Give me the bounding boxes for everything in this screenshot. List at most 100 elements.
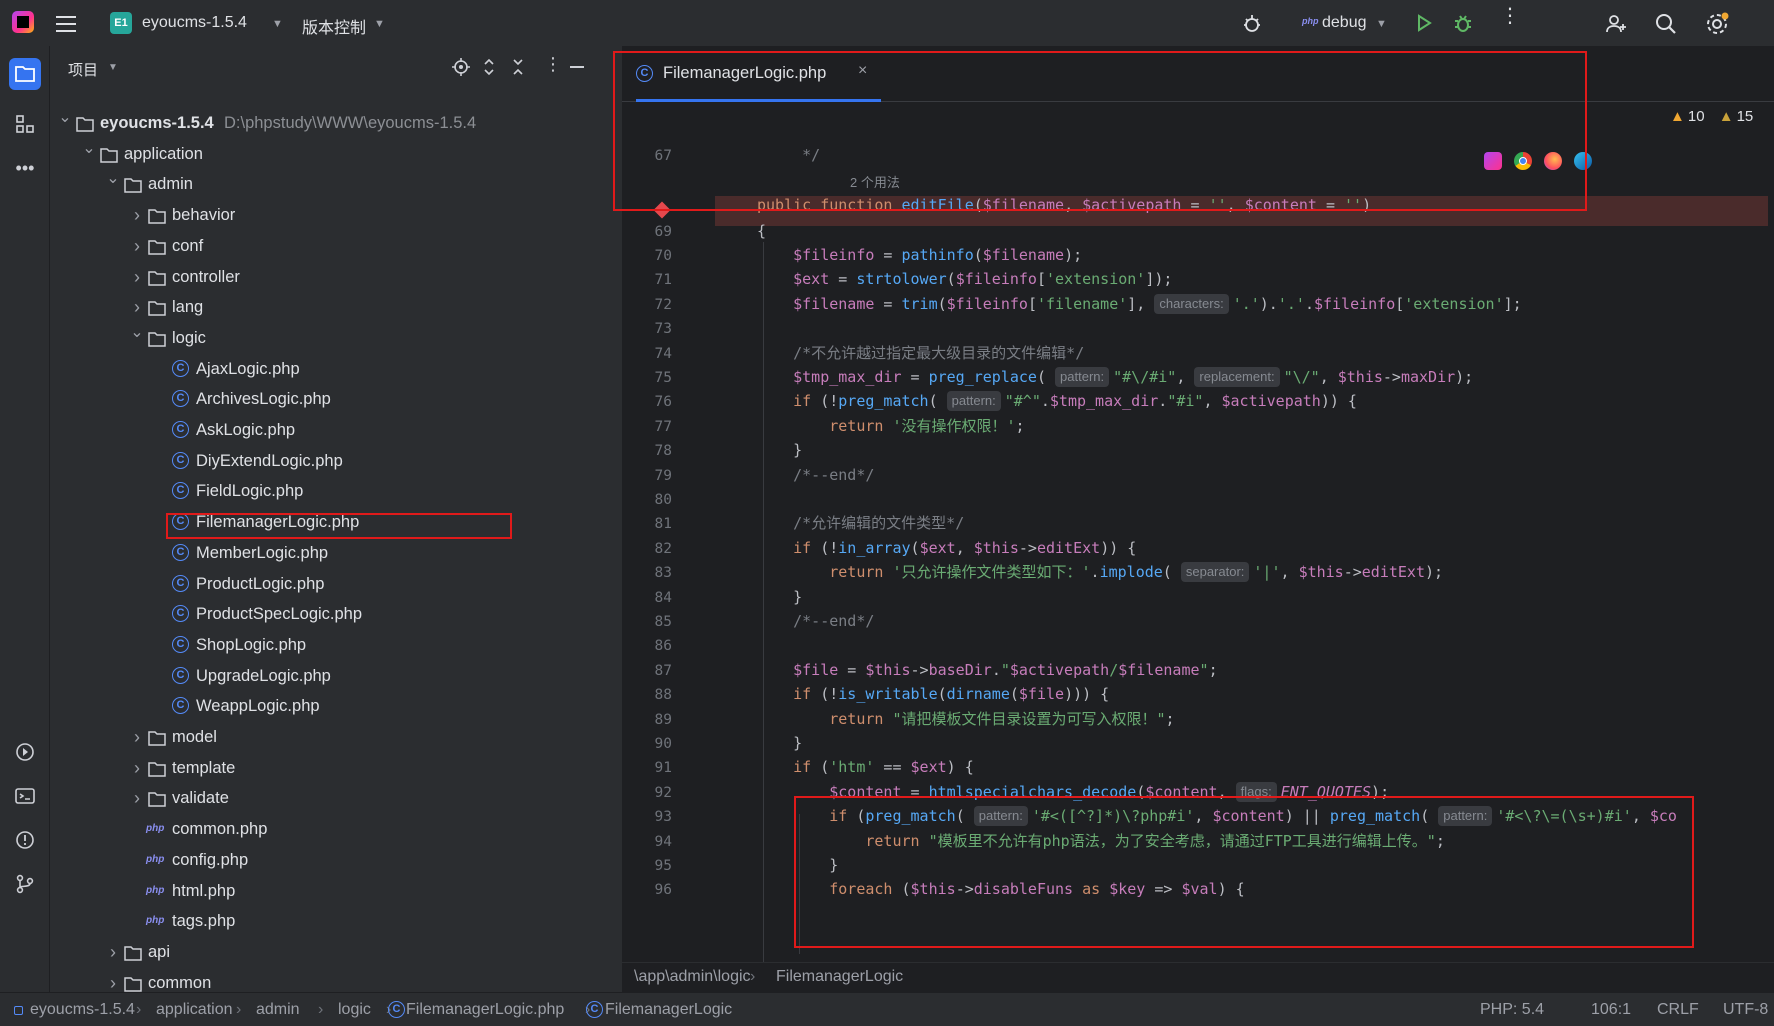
code-line[interactable]: } [757,852,838,879]
chevron-down-icon[interactable]: ⌄ [58,103,72,133]
code-line[interactable]: /*允许编辑的文件类型*/ [757,510,964,537]
debug-icon[interactable] [1452,12,1474,38]
tree-folder[interactable]: › validate [50,783,622,813]
line-number[interactable]: 79 [622,468,672,484]
tree-folder[interactable]: ⌄ admin [50,169,622,199]
cursor-position[interactable]: 106:1 [1591,1001,1631,1019]
tree-file[interactable]: C WeappLogic.php [50,691,622,721]
code-area[interactable]: 2 个用法 */ public function editFile($filena… [715,102,1774,962]
project-badge[interactable]: E1 [110,12,132,34]
settings-gear-icon[interactable] [1704,11,1730,41]
tree-file[interactable]: C UpgradeLogic.php [50,661,622,691]
tree-file[interactable]: C MemberLogic.php [50,538,622,568]
line-number[interactable]: 87 [622,663,672,679]
line-number[interactable]: 83 [622,565,672,581]
terminal-tool-button[interactable] [9,780,41,812]
tree-file[interactable]: C AskLogic.php [50,415,622,445]
tree-file[interactable]: php tags.php [50,906,622,936]
line-number[interactable]: 73 [622,321,672,337]
code-line[interactable]: if ('htm' == $ext) { [757,754,974,781]
chevron-right-icon[interactable]: › [130,722,144,752]
add-user-icon[interactable] [1604,12,1628,40]
code-line[interactable]: $fileinfo = pathinfo($filename); [757,242,1082,269]
project-tool-button[interactable] [9,58,41,90]
code-line[interactable]: return "请把模板文件目录设置为可写入权限！"; [757,706,1174,733]
line-number[interactable]: 93 [622,809,672,825]
code-line[interactable]: foreach ($this->disableFuns as $key => $… [757,876,1244,903]
code-line[interactable]: /*--end*/ [757,608,874,635]
line-number[interactable]: 92 [622,785,672,801]
php-version[interactable]: PHP: 5.4 [1480,1001,1544,1019]
code-line[interactable]: */ [757,142,820,169]
line-number[interactable]: 96 [622,882,672,898]
line-number[interactable]: 90 [622,736,672,752]
run-config[interactable]: debug [1322,14,1367,32]
collapse-all-icon[interactable] [511,57,525,81]
chevron-right-icon[interactable]: › [130,200,144,230]
status-crumb[interactable]: application [156,1001,233,1019]
locate-file-icon[interactable] [452,58,470,80]
line-number[interactable]: 67 [622,148,672,164]
status-crumb[interactable]: eyoucms-1.5.4 [30,1001,135,1019]
line-number[interactable]: 77 [622,419,672,435]
structure-tool-button[interactable] [9,108,41,140]
line-number[interactable]: 76 [622,394,672,410]
line-number[interactable]: 91 [622,760,672,776]
code-line[interactable]: return "模板里不允许有php语法，为了安全考虑，请通过FTP工具进行编辑… [757,828,1445,855]
tree-folder[interactable]: › conf [50,231,622,261]
tree-folder[interactable]: › model [50,722,622,752]
project-panel-title[interactable]: 项目 [68,59,98,80]
line-number[interactable]: 81 [622,516,672,532]
line-number[interactable]: 84 [622,590,672,606]
chevron-down-icon[interactable]: ⌄ [82,134,96,164]
tree-folder[interactable]: ⌄ application [50,139,622,169]
code-line[interactable]: $filename = trim($fileinfo['filename'], … [757,291,1522,318]
tree-file[interactable]: C FieldLogic.php [50,476,622,506]
search-icon[interactable] [1654,12,1678,40]
chevron-down-icon[interactable]: ▼ [108,62,118,73]
chevron-right-icon[interactable]: › [130,231,144,261]
code-line[interactable]: { [757,218,766,245]
line-number[interactable]: 70 [622,248,672,264]
line-separator[interactable]: CRLF [1657,1001,1699,1019]
line-number[interactable]: 95 [622,858,672,874]
line-number[interactable]: 86 [622,638,672,654]
line-number[interactable]: 72 [622,297,672,313]
more-horizontal-icon[interactable]: ••• [9,152,41,184]
git-tool-button[interactable] [9,868,41,900]
code-line[interactable]: if (!preg_match( pattern: "#^".$tmp_max_d… [757,388,1357,415]
phpstorm-logo-icon[interactable] [12,11,34,33]
vcs-menu[interactable]: 版本控制 [302,14,366,38]
line-number[interactable]: 88 [622,687,672,703]
chevron-down-icon[interactable]: ▼ [1376,18,1387,30]
minimize-icon[interactable] [570,66,584,68]
bug-watch-icon[interactable] [1240,12,1264,36]
tree-file[interactable]: php config.php [50,845,622,875]
project-name[interactable]: eyoucms-1.5.4 [142,14,247,32]
chevron-down-icon[interactable]: ▼ [272,18,283,30]
chevron-right-icon[interactable]: › [106,937,120,967]
line-number[interactable]: 94 [622,834,672,850]
breadcrumb-namespace[interactable]: \app\admin\logic [634,968,751,986]
line-number[interactable]: 74 [622,346,672,362]
tree-file[interactable]: C FilemanagerLogic.php [50,507,622,537]
services-tool-button[interactable] [9,736,41,768]
code-line[interactable]: public function editFile($filename, $act… [757,192,1371,219]
code-line[interactable]: /*--end*/ [757,462,874,489]
status-crumb[interactable]: FilemanagerLogic [605,1001,732,1019]
line-number[interactable]: 69 [622,224,672,240]
chevron-down-icon[interactable]: ⌄ [106,164,120,194]
usages-hint[interactable]: 2 个用法 [850,172,900,191]
code-line[interactable]: return '只允许操作文件类型如下：'.implode( separator… [757,559,1443,586]
code-line[interactable]: $file = $this->baseDir."$activepath/$fil… [757,657,1217,684]
code-line[interactable]: $ext = strtolower($fileinfo['extension']… [757,266,1172,293]
line-number[interactable]: 89 [622,712,672,728]
tree-file[interactable]: php common.php [50,814,622,844]
tree-file[interactable]: C ShopLogic.php [50,630,622,660]
code-line[interactable]: /*不允许越过指定最大级目录的文件编辑*/ [757,340,1084,367]
line-number[interactable]: 71 [622,272,672,288]
tree-folder[interactable]: › template [50,753,622,783]
code-line[interactable]: if (!in_array($ext, $this->editExt)) { [757,535,1136,562]
more-vertical-icon[interactable]: ⋮ [1500,6,1520,26]
line-number[interactable]: 82 [622,541,672,557]
